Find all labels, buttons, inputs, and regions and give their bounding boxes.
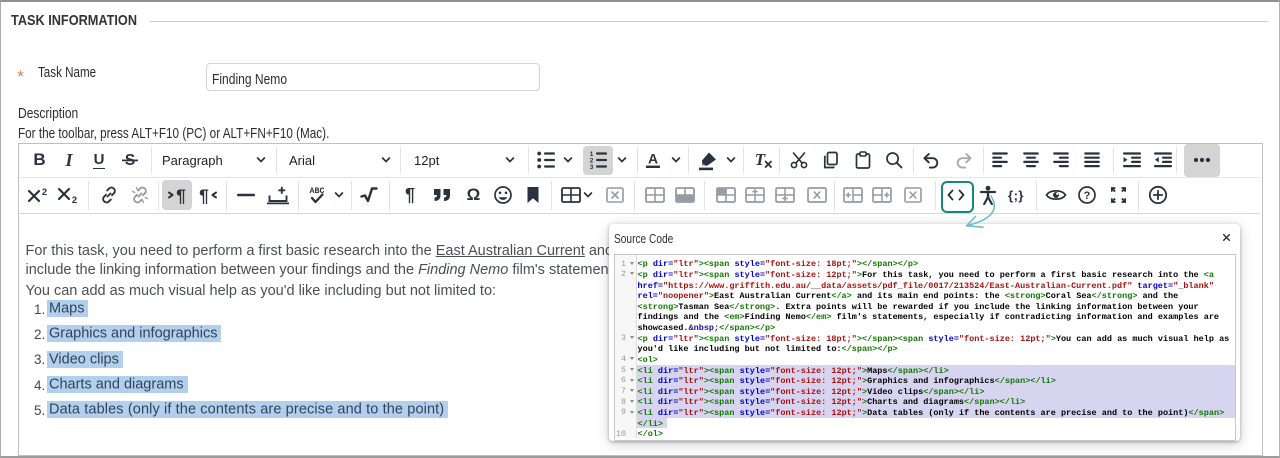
svg-text:?: ? [1084, 190, 1091, 202]
svg-text:A: A [648, 151, 658, 167]
svg-text:T: T [755, 150, 766, 169]
svg-text:2: 2 [42, 187, 47, 198]
svg-text:¶: ¶ [176, 186, 186, 204]
svg-text:2: 2 [71, 195, 76, 204]
svg-text:3: 3 [590, 164, 594, 169]
svg-text:¶: ¶ [199, 186, 209, 204]
